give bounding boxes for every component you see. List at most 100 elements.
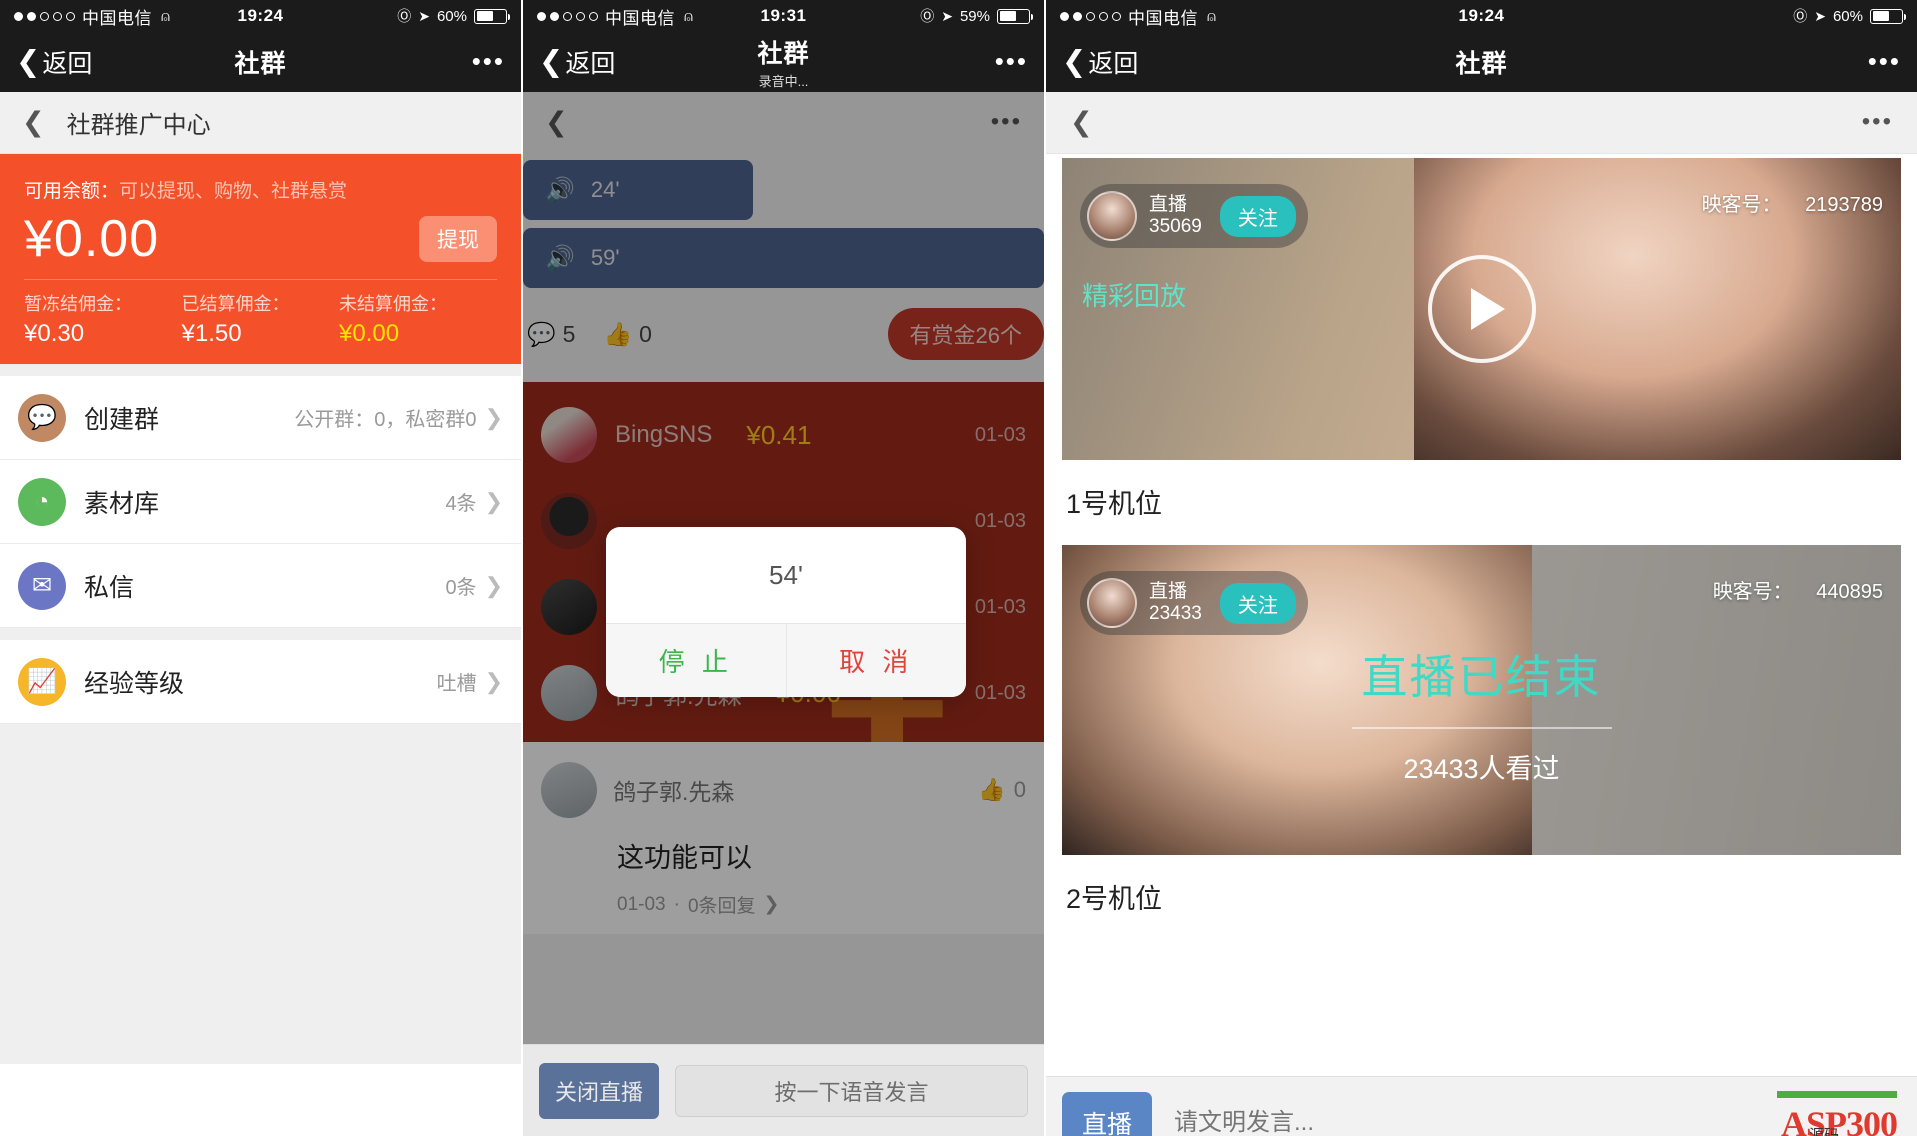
menu-item-private-message[interactable]: ✉ 私信 0条 ❯ xyxy=(0,544,521,628)
comment-count-value: 5 xyxy=(562,320,576,347)
speaker-icon: 🔊 xyxy=(545,244,575,272)
room-id-row: 映客号： 2193789 xyxy=(1702,188,1883,217)
more-options-icon[interactable]: ••• xyxy=(1868,49,1901,74)
status-time: 19:24 xyxy=(1458,6,1505,25)
follow-button[interactable]: 关注 xyxy=(1219,582,1296,624)
live-thumbnail[interactable]: 直播 35069 关注 映客号： 2193789 精彩回放 xyxy=(1062,158,1901,460)
streamer-badge: 直播 35069 关注 xyxy=(1080,184,1308,248)
chevron-left-icon[interactable]: ❮ xyxy=(545,107,568,138)
voice-duration: 59' xyxy=(590,245,620,270)
play-icon[interactable] xyxy=(1427,255,1536,363)
battery-percent: 60% xyxy=(1832,7,1863,25)
room-id-label: 映客号： xyxy=(1712,581,1793,603)
balance-hint: 可以提现、购物、社群悬赏 xyxy=(119,181,348,202)
modal-stop-button[interactable]: 停 止 xyxy=(606,624,786,697)
envelope-icon: ✉ xyxy=(18,561,66,610)
reward-row[interactable]: BingSNS ¥0.41 01-03 xyxy=(523,392,1044,478)
balance-card: 可用余额：可以提现、购物、社群悬赏 ¥0.00 提现 暂冻结佣金： ¥0.30 … xyxy=(0,154,521,364)
panel-live-cameras: 中国电信 ⍝ 19:24 Ⓞ ➤ 60% ❮ 返回 社群 ••• ❮ ••• 直… xyxy=(1046,0,1917,1136)
menu-item-create-group[interactable]: 💬 创建群 公开群：0，私密群0 ❯ xyxy=(0,376,521,460)
live-thumbnail[interactable]: 直播 23433 关注 映客号： 440895 直播已结束 23433人看过 xyxy=(1062,545,1901,855)
start-live-button[interactable]: 直播 xyxy=(1062,1091,1153,1136)
chevron-left-icon[interactable]: ❮ xyxy=(1070,107,1093,138)
menu-item-right: 公开群：0，私密群0 ❯ xyxy=(294,403,503,432)
camera-list: 直播 35069 关注 映客号： 2193789 精彩回放 1号机位 直播 23… xyxy=(1046,154,1917,1136)
like-count[interactable]: 👍 0 xyxy=(603,321,651,348)
avatar xyxy=(541,407,597,463)
more-options-icon[interactable]: ••• xyxy=(995,49,1028,74)
bottom-toolbar: 关闭直播 按一下语音发言 xyxy=(523,1044,1044,1136)
total-views-label: 23433人看过 xyxy=(1403,754,1560,784)
more-options-icon[interactable]: ••• xyxy=(472,49,505,74)
nav-title-wrap: 社群 xyxy=(1046,44,1917,80)
menu-item-label: 素材库 xyxy=(84,489,160,518)
rotation-lock-icon: Ⓞ xyxy=(1793,8,1808,24)
location-arrow-icon: ➤ xyxy=(1814,7,1826,24)
bottom-toolbar: 直播 ASP300 源码 .com xyxy=(1046,1076,1917,1136)
reward-name: BingSNS xyxy=(615,421,713,448)
more-options-icon[interactable]: ••• xyxy=(1862,109,1893,134)
status-right: Ⓞ ➤ 60% xyxy=(1793,6,1906,26)
follow-button[interactable]: 关注 xyxy=(1219,195,1296,237)
viewer-count: 35069 xyxy=(1149,216,1202,237)
withdraw-button[interactable]: 提现 xyxy=(419,216,497,262)
commission-stats: 暂冻结佣金： ¥0.30 已结算佣金： ¥1.50 未结算佣金： ¥0.00 xyxy=(24,290,497,348)
streamer-info: 直播 35069 xyxy=(1149,194,1202,239)
pie-chart-icon: ◔ xyxy=(18,477,66,526)
nav-title-wrap: 社群 xyxy=(0,44,521,80)
reward-date: 01-03 xyxy=(974,423,1026,446)
menu-item-right: 0条 ❯ xyxy=(445,571,503,600)
balance-amount-row: ¥0.00 提现 xyxy=(24,209,497,269)
status-bar: 中国电信 ⍝ 19:31 Ⓞ ➤ 59% xyxy=(523,0,1044,32)
comment-count[interactable]: 💬 5 xyxy=(527,321,575,348)
comment-footer[interactable]: 01-03 · 0条回复 ❯ xyxy=(617,891,1026,918)
menu-item-value: 4条 xyxy=(445,493,477,515)
push-to-talk-button[interactable]: 按一下语音发言 xyxy=(675,1064,1028,1117)
balance-amount: ¥0.00 xyxy=(24,210,160,268)
menu-item-right: 吐槽 ❯ xyxy=(437,667,503,696)
menu-list: 💬 创建群 公开群：0，私密群0 ❯ ◔ 素材库 4条 ❯ ✉ 私信 0条 ❯ … xyxy=(0,376,521,724)
commission-frozen-label: 暂冻结佣金： xyxy=(24,294,132,314)
comment-like-count: 0 xyxy=(1013,777,1026,802)
comment-header: 鸽子郭.先森 👍 0 xyxy=(541,762,1026,818)
commission-frozen-value: ¥0.30 xyxy=(24,320,85,347)
sub-header: ❮ 社群推广中心 xyxy=(0,92,521,154)
rotation-lock-icon: Ⓞ xyxy=(920,8,935,24)
nav-title-wrap: 社群 录音中... xyxy=(523,34,1044,90)
stream-ended-label: 直播已结束 xyxy=(1361,651,1602,703)
chevron-right-icon: ❯ xyxy=(484,572,503,598)
bounty-button[interactable]: 有赏金26个 xyxy=(887,308,1044,360)
balance-caption: 可用余额：可以提现、购物、社群悬赏 xyxy=(24,176,497,203)
commission-settled-value: ¥1.50 xyxy=(181,320,242,347)
modal-cancel-button[interactable]: 取 消 xyxy=(785,624,967,697)
camera-caption: 1号机位 xyxy=(1066,489,1163,519)
live-card-2: 直播 23433 关注 映客号： 440895 直播已结束 23433人看过 2… xyxy=(1046,545,1917,936)
commission-unsettled: 未结算佣金： ¥0.00 xyxy=(339,290,497,348)
more-options-icon[interactable]: ••• xyxy=(991,109,1022,134)
balance-label: 可用余额： xyxy=(24,181,120,202)
divider xyxy=(24,279,497,280)
menu-item-label: 经验等级 xyxy=(84,669,185,698)
thumbs-up-icon: 👍 xyxy=(978,777,1006,802)
voice-duration: 24' xyxy=(590,177,620,202)
battery-percent: 59% xyxy=(959,7,990,25)
voice-message[interactable]: 🔊 24' xyxy=(523,160,753,220)
battery-icon xyxy=(997,8,1033,24)
menu-item-material-library[interactable]: ◔ 素材库 4条 ❯ xyxy=(0,460,521,544)
close-live-button[interactable]: 关闭直播 xyxy=(539,1062,660,1119)
menu-item-value: 0条 xyxy=(445,577,477,599)
recording-modal: 54' 停 止 取 消 xyxy=(606,527,966,697)
menu-item-experience-level[interactable]: 📈 经验等级 吐槽 ❯ xyxy=(0,640,521,724)
stream-ended-overlay: 直播已结束 23433人看过 xyxy=(1062,641,1901,786)
like-count-value: 0 xyxy=(639,320,652,347)
comment-like[interactable]: 👍 0 xyxy=(978,777,1026,803)
page-title: 社群 xyxy=(1455,50,1508,78)
modal-duration: 54' xyxy=(769,559,803,590)
chevron-left-icon[interactable]: ❮ xyxy=(22,107,45,138)
streamer-info: 直播 23433 xyxy=(1149,581,1202,626)
sub-header: ❮ ••• xyxy=(1046,92,1917,154)
watermark-cn: 源码 xyxy=(1808,1126,1839,1136)
voice-message[interactable]: 🔊 59' xyxy=(523,228,1044,288)
message-input[interactable] xyxy=(1168,1108,1655,1136)
comment-date: 01-03 xyxy=(617,893,666,915)
